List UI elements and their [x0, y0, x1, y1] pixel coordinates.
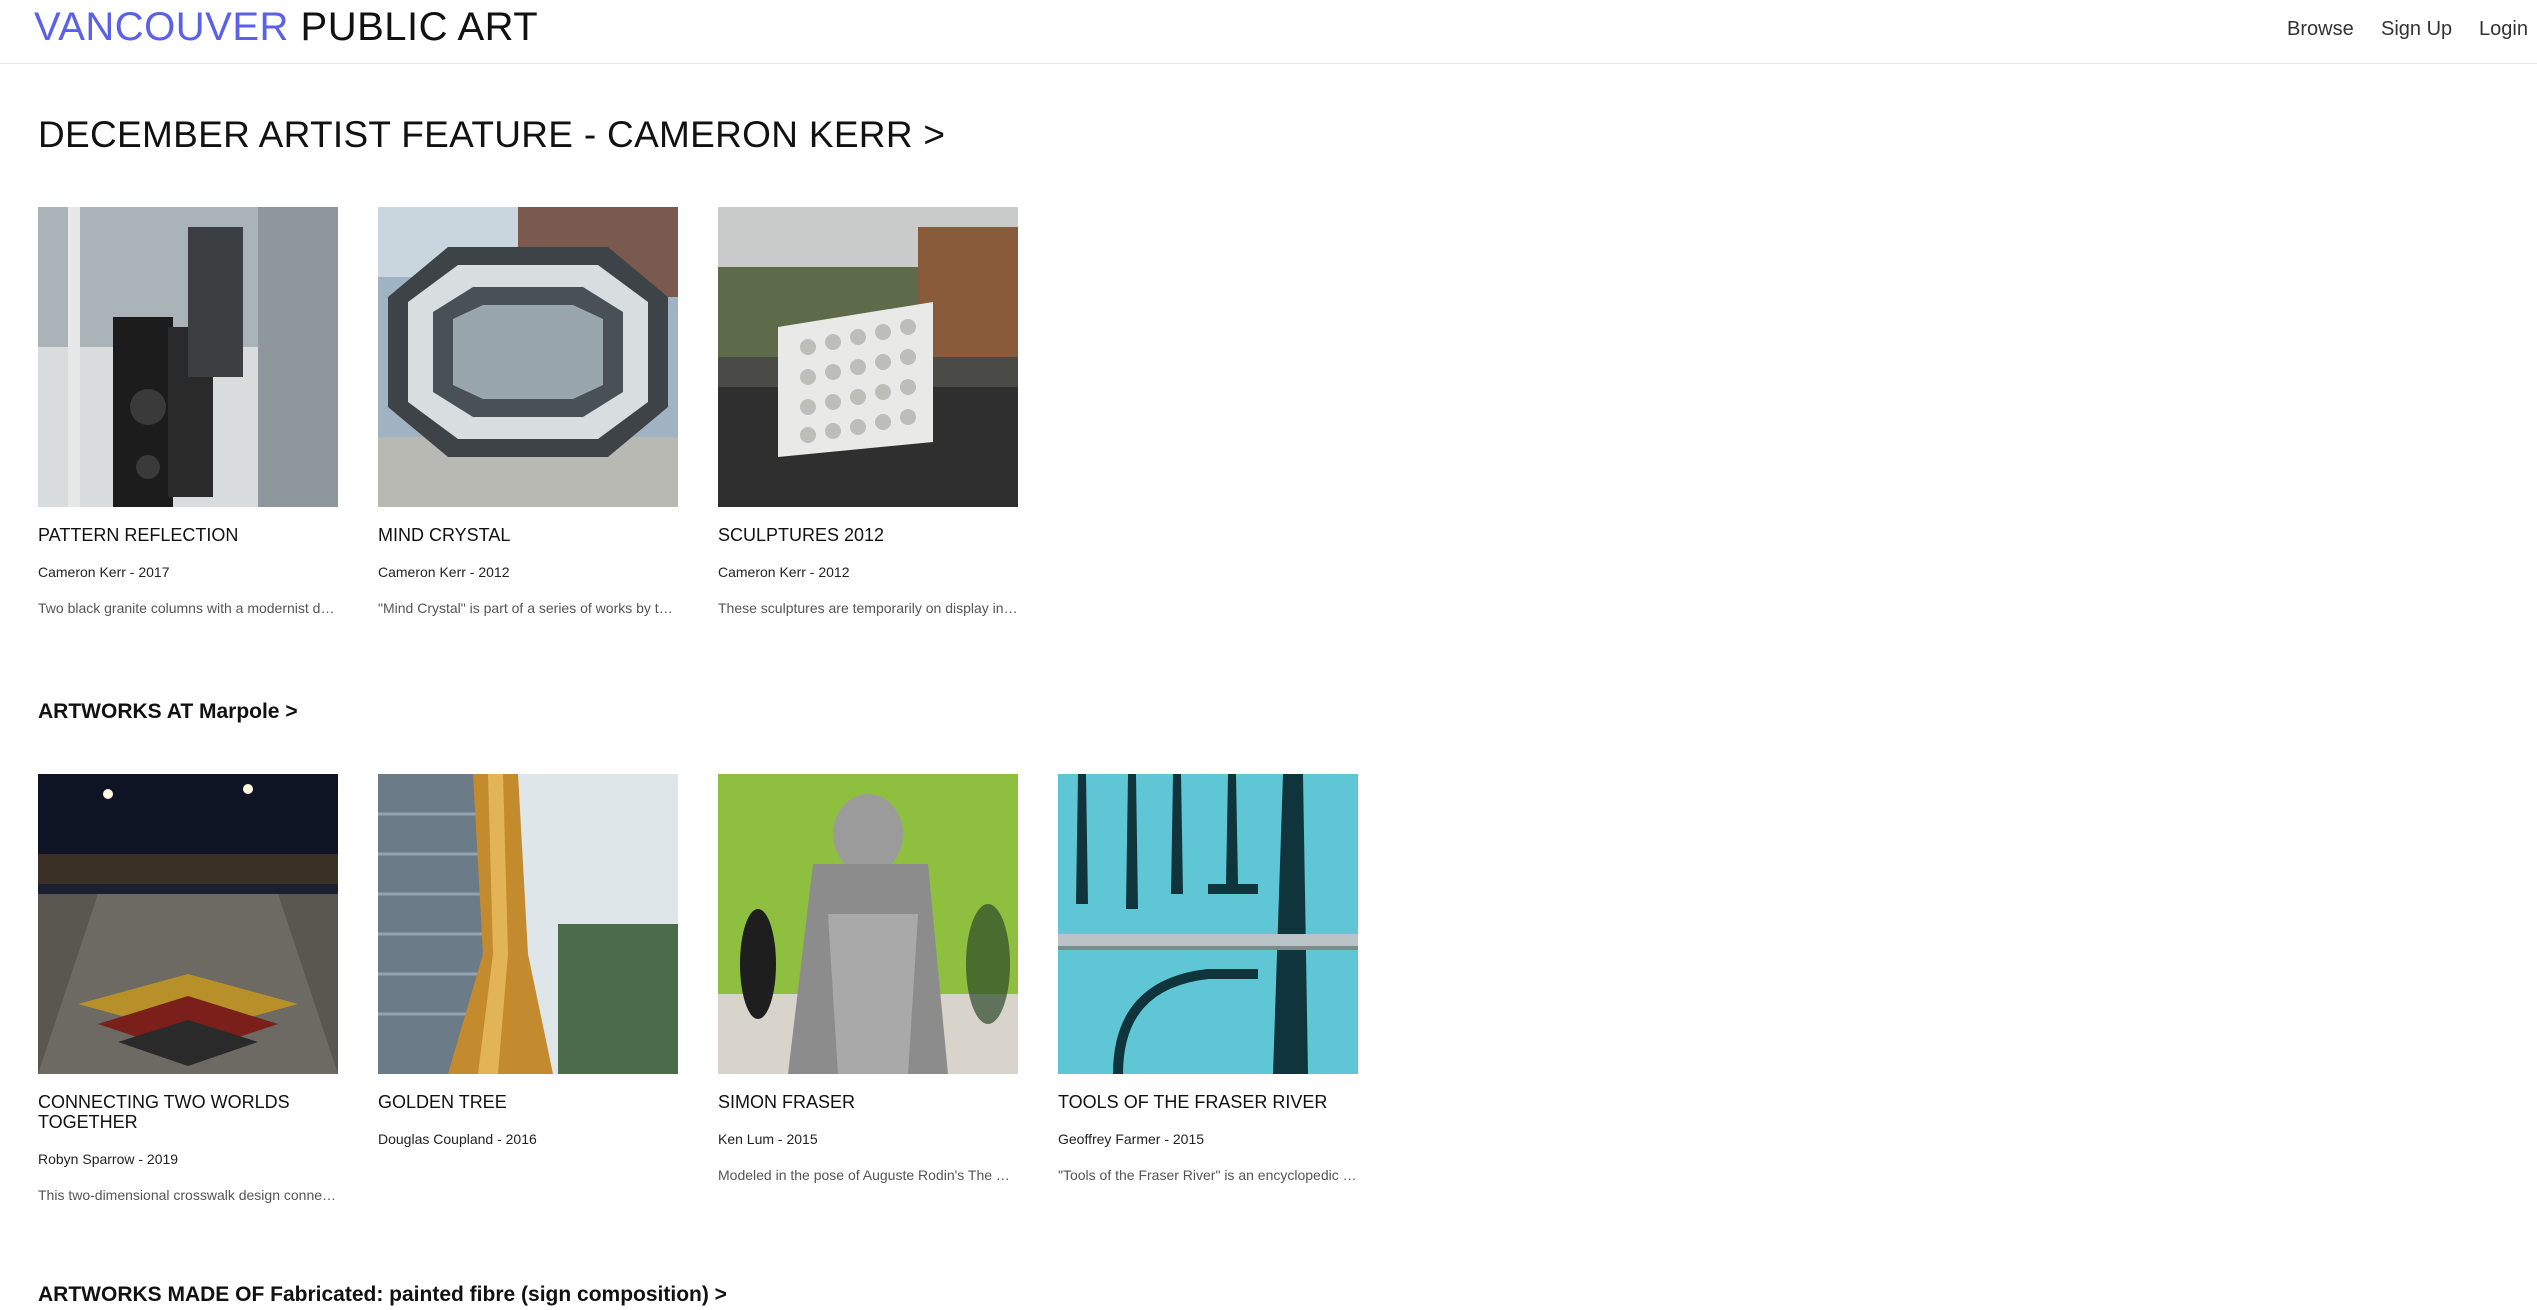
card-artist-year: Geoffrey Farmer - 2015 [1058, 1131, 1205, 1147]
card-artist-year: Cameron Kerr - 2012 [378, 564, 510, 580]
card-description: "Tools of the Fraser River" is an encycl… [1058, 1167, 1358, 1183]
card-title: SCULPTURES 2012 [718, 525, 885, 545]
artist-feature-heading[interactable]: DECEMBER ARTIST FEATURE - CAMERON KERR > [38, 111, 945, 159]
card-artist-year: Cameron Kerr - 2017 [38, 564, 170, 580]
artwork-card[interactable]: PATTERN REFLECTION Cameron Kerr - 2017 T… [38, 207, 338, 617]
top-navbar: VANCOUVER PUBLIC ART Browse Sign Up Logi… [0, 0, 2537, 64]
marpole-heading[interactable]: ARTWORKS AT Marpole > [38, 697, 298, 727]
brand-accent-text: VANCOUVER [34, 5, 289, 49]
card-title: GOLDEN TREE [378, 1092, 507, 1112]
sculptures-2012-image [718, 207, 1018, 507]
artwork-card[interactable]: TOOLS OF THE FRASER RIVER Geoffrey Farme… [1058, 774, 1358, 1184]
nav-browse-link[interactable]: Browse [2287, 14, 2354, 44]
artwork-card[interactable]: SCULPTURES 2012 Cameron Kerr - 2012 Thes… [718, 207, 1018, 617]
card-title: CONNECTING TWO WORLDS TOGETHER [38, 1092, 290, 1132]
card-title: SIMON FRASER [718, 1092, 856, 1112]
brand-logo[interactable]: VANCOUVER PUBLIC ART [34, 2, 538, 52]
card-description: Two black granite columns with a moderni… [38, 600, 338, 616]
nav-signup-link[interactable]: Sign Up [2381, 14, 2452, 44]
card-description: These sculptures are temporarily on disp… [718, 600, 1018, 616]
card-title: PATTERN REFLECTION [38, 525, 239, 545]
card-description: This two-dimensional crosswalk design co… [38, 1187, 338, 1203]
nav-login-link[interactable]: Login [2479, 14, 2528, 44]
artwork-card[interactable]: SIMON FRASER Ken Lum - 2015 Modeled in t… [718, 774, 1018, 1184]
card-description: Modeled in the pose of Auguste Rodin's T… [718, 1167, 1018, 1183]
card-description: "Mind Crystal" is part of a series of wo… [378, 600, 678, 616]
artwork-card[interactable]: MIND CRYSTAL Cameron Kerr - 2012 "Mind C… [378, 207, 678, 617]
card-artist-year: Cameron Kerr - 2012 [718, 564, 850, 580]
card-title: TOOLS OF THE FRASER RIVER [1058, 1092, 1328, 1112]
artwork-card[interactable]: CONNECTING TWO WORLDS TOGETHER Robyn Spa… [38, 774, 338, 1204]
artwork-card[interactable]: GOLDEN TREE Douglas Coupland - 2016 [378, 774, 678, 1148]
card-artist-year: Robyn Sparrow - 2019 [38, 1151, 179, 1167]
pattern-reflection-image [38, 207, 338, 507]
simon-fraser-image [718, 774, 1018, 1074]
mind-crystal-image [378, 207, 678, 507]
tools-of-fraser-river-image [1058, 774, 1358, 1074]
card-artist-year: Douglas Coupland - 2016 [378, 1131, 537, 1147]
golden-tree-image [378, 774, 678, 1074]
card-artist-year: Ken Lum - 2015 [718, 1131, 818, 1147]
brand-rest-text: PUBLIC ART [300, 5, 539, 49]
connecting-two-worlds-image [38, 774, 338, 1074]
card-title: MIND CRYSTAL [378, 525, 511, 545]
materials-heading[interactable]: ARTWORKS MADE OF Fabricated: painted fib… [38, 1280, 727, 1310]
